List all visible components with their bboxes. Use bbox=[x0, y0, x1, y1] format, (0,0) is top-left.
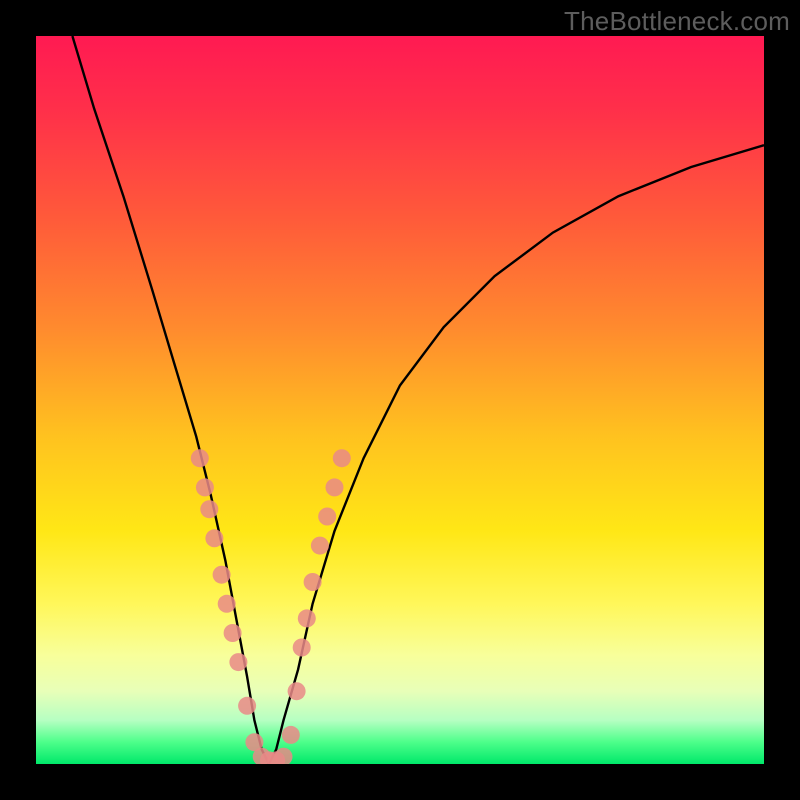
marker-point bbox=[191, 449, 209, 467]
marker-point bbox=[229, 653, 247, 671]
plot-area bbox=[36, 36, 764, 764]
marker-point bbox=[205, 529, 223, 547]
marker-point bbox=[213, 566, 231, 584]
watermark-text: TheBottleneck.com bbox=[564, 6, 790, 37]
marker-point bbox=[293, 639, 311, 657]
marker-point bbox=[275, 748, 293, 764]
marker-point bbox=[200, 500, 218, 518]
marker-point bbox=[282, 726, 300, 744]
chart-frame: TheBottleneck.com bbox=[0, 0, 800, 800]
marker-point bbox=[311, 537, 329, 555]
marker-point bbox=[318, 508, 336, 526]
marker-point bbox=[238, 697, 256, 715]
marker-point bbox=[333, 449, 351, 467]
marker-point bbox=[326, 478, 344, 496]
marker-point bbox=[224, 624, 242, 642]
curve-svg bbox=[36, 36, 764, 764]
marker-point bbox=[218, 595, 236, 613]
highlight-markers bbox=[191, 449, 351, 764]
bottleneck-curve-path bbox=[72, 36, 764, 764]
marker-point bbox=[288, 682, 306, 700]
marker-point bbox=[298, 609, 316, 627]
marker-point bbox=[196, 478, 214, 496]
marker-point bbox=[304, 573, 322, 591]
